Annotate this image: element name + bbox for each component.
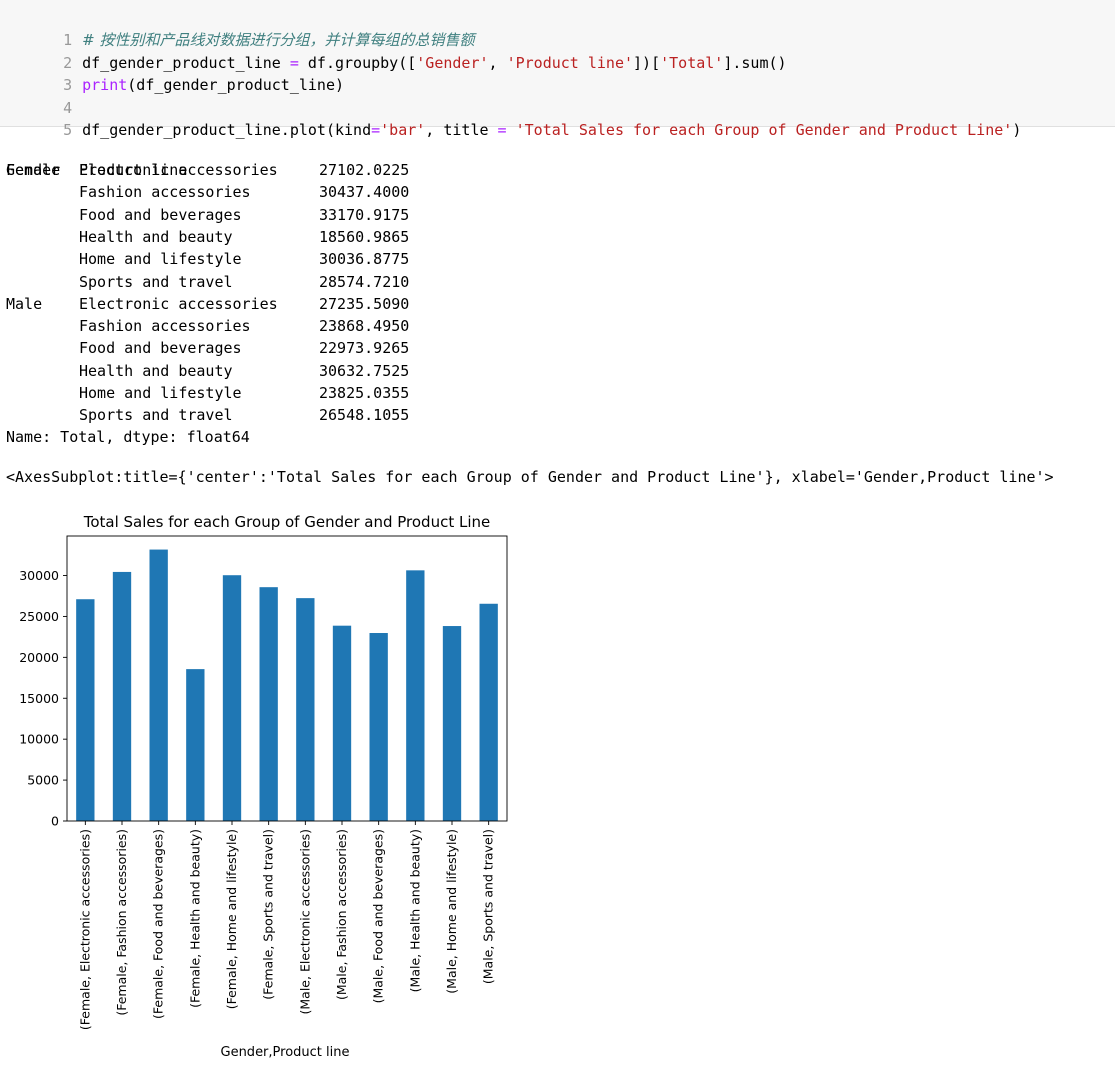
x-tick-label: (Female, Food and beverages)	[151, 829, 166, 1019]
y-tick-label: 30000	[19, 568, 59, 583]
y-tick-label: 5000	[27, 773, 59, 788]
chart-title: Total Sales for each Group of Gender and…	[83, 513, 491, 531]
bar	[442, 626, 462, 821]
row-product-line: Health and beauty	[79, 227, 233, 246]
bar	[479, 603, 498, 821]
code-line-3: 3 print(df_gender_product_line)	[0, 52, 344, 94]
row-value: 30632.7525	[319, 361, 410, 380]
code-text: df_gender_product_line.plot(kind='bar', …	[82, 121, 1022, 139]
row-value: 28574.7210	[319, 272, 410, 291]
row-value: 23868.4950	[319, 317, 410, 336]
line-number: 5	[63, 121, 73, 139]
code-line-5: 5 df_gender_product_line.plot(kind='bar',…	[0, 97, 1021, 139]
x-tick-label: (Female, Home and lifestyle)	[224, 829, 239, 1009]
bar	[186, 669, 205, 821]
axes-repr: <AxesSubplot:title={'center':'Total Sale…	[6, 468, 1054, 486]
code-line-4: 4	[0, 75, 72, 117]
row-value: 27235.5090	[319, 294, 410, 313]
code-line-2: 2 df_gender_product_line = df.groupby(['G…	[0, 30, 786, 72]
y-tick-label: 0	[51, 814, 59, 829]
output-footer: Name: Total, dtype: float64	[6, 428, 250, 446]
row-value: 30036.8775	[319, 250, 410, 269]
x-tick-label: (Male, Health and beauty)	[407, 829, 422, 992]
row-product-line: Sports and travel	[79, 272, 233, 291]
x-tick-label: (Male, Food and beverages)	[371, 829, 386, 1003]
output-header: Gender Product line	[6, 137, 187, 179]
bar	[222, 575, 242, 821]
y-tick-label: 20000	[19, 650, 59, 665]
x-tick-label: (Male, Home and lifestyle)	[444, 829, 459, 994]
row-product-line: Electronic accessories	[79, 161, 278, 179]
y-tick-label: 15000	[19, 691, 59, 706]
x-tick-label: (Female, Fashion accessories)	[114, 829, 129, 1016]
y-tick-label: 10000	[19, 732, 59, 747]
bar-chart: Total Sales for each Group of Gender and…	[19, 513, 508, 1060]
bar	[369, 633, 388, 821]
row-value: 30437.4000	[319, 183, 410, 202]
row-product-line: Sports and travel	[79, 406, 233, 425]
row-value: 23825.0355	[319, 384, 410, 402]
code-text: print(df_gender_product_line)	[82, 76, 345, 94]
row-product-line: Health and beauty	[79, 361, 233, 380]
bar	[149, 549, 168, 821]
bar	[112, 571, 132, 821]
y-tick-label: 25000	[19, 609, 59, 624]
x-tick-label: (Female, Sports and travel)	[261, 829, 276, 1000]
row-product-line: Home and lifestyle	[79, 384, 242, 402]
x-tick-label: (Male, Sports and travel)	[481, 829, 496, 984]
row-value: 18560.9865	[319, 227, 410, 246]
row-gender: Male	[6, 294, 43, 313]
x-tick-label: (Female, Electronic accessories)	[77, 829, 92, 1030]
row-product-line: Home and lifestyle	[79, 250, 242, 269]
x-tick-label: (Male, Fashion accessories)	[334, 829, 349, 1000]
bar	[76, 599, 95, 821]
row-product-line: Food and beverages	[79, 205, 242, 224]
x-tick-label: (Male, Electronic accessories)	[297, 829, 312, 1014]
row-value: 26548.1055	[319, 406, 410, 425]
row-value: 33170.9175	[319, 205, 410, 224]
code-cell[interactable]: 1 # 按性别和产品线对数据进行分组，并计算每组的总销售额 2 df_gender_…	[0, 0, 1115, 139]
row-product-line: Electronic accessories	[79, 294, 278, 313]
bar	[332, 625, 352, 821]
x-tick-label: (Female, Health and beauty)	[187, 829, 202, 1008]
row-value: 27102.0225	[319, 161, 410, 179]
row-product-line: Food and beverages	[79, 339, 242, 358]
row-value: 22973.9265	[319, 339, 410, 358]
bar	[406, 570, 425, 821]
bar	[259, 587, 278, 821]
row-product-line: Fashion accessories	[79, 183, 251, 202]
x-axis-label: Gender,Product line	[221, 1045, 350, 1060]
row-gender: Female	[6, 161, 61, 179]
row-product-line: Fashion accessories	[79, 317, 251, 336]
bar	[296, 598, 315, 821]
code-line-1: 1 # 按性别和产品线对数据进行分组，并计算每组的总销售额	[0, 7, 474, 49]
plot-frame	[66, 535, 508, 822]
